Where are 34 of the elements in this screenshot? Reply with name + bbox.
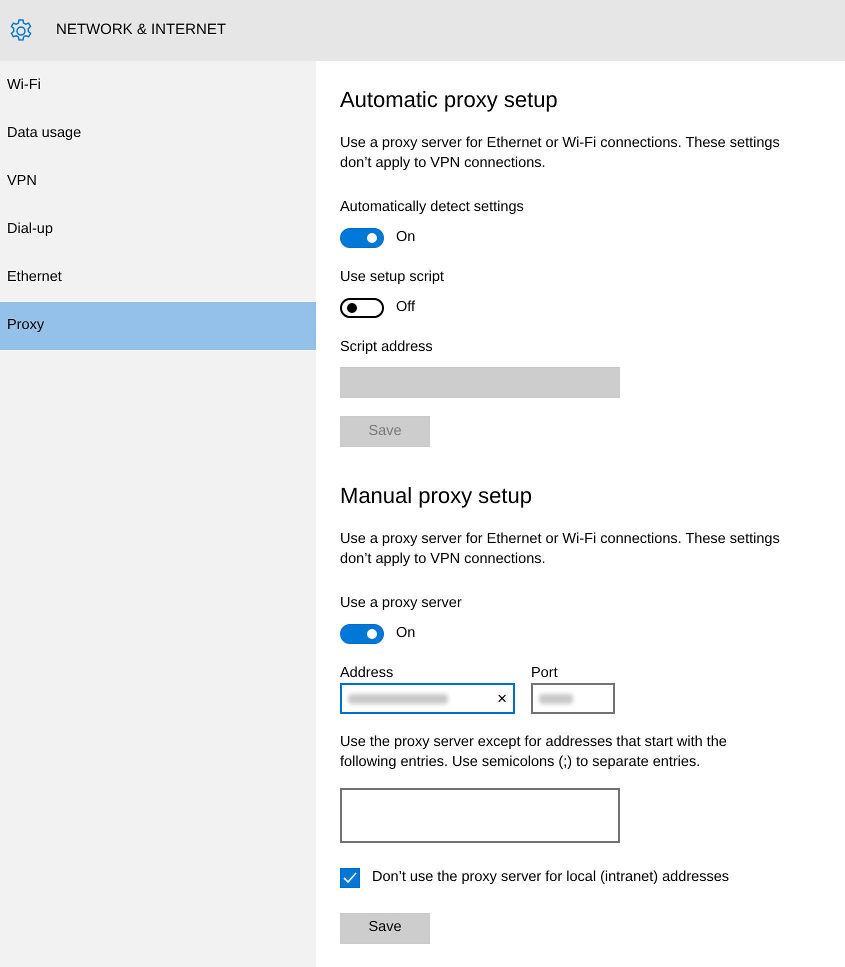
section-heading: Automatic proxy setup xyxy=(340,87,559,114)
save-button[interactable]: Save xyxy=(340,912,430,944)
settings-icon xyxy=(8,18,34,44)
description-text: Use a proxy server for Ethernet or Wi-Fi connections. These settings don’t apply to VPN connections. xyxy=(340,530,781,570)
field-label: Script address xyxy=(340,338,434,357)
toggle-switch[interactable] xyxy=(340,228,384,248)
toggle-state-label: On xyxy=(396,228,416,248)
toggle-state-label: Off xyxy=(396,298,416,318)
field-label: Use setup script xyxy=(340,268,445,288)
page-title: NETWORK & INTERNET xyxy=(56,20,226,40)
field-label: Automatically detect settings xyxy=(340,198,525,218)
field-label: Use the proxy server except for addresses that start with the following entries. Use semicolons (;) to separate entries. xyxy=(340,733,728,772)
sidebar-item[interactable]: Data usage xyxy=(0,110,316,158)
toggle-switch[interactable] xyxy=(340,298,384,318)
sidebar-item[interactable]: Wi-Fi xyxy=(0,62,316,110)
exceptions-field[interactable] xyxy=(340,788,620,844)
sidebar-item[interactable]: VPN xyxy=(0,158,316,206)
sidebar-item[interactable]: Dial-up xyxy=(0,206,316,254)
field-label: Port xyxy=(531,664,559,684)
field-label: Use a proxy server xyxy=(340,594,463,614)
sidebar-item[interactable]: Proxy xyxy=(0,302,316,350)
port-field[interactable] xyxy=(531,683,615,714)
check-icon xyxy=(343,872,357,884)
section-heading: Manual proxy setup xyxy=(340,482,533,510)
blurred-value xyxy=(539,694,573,704)
clear-button[interactable]: × xyxy=(497,686,507,712)
checkbox[interactable] xyxy=(340,868,360,888)
description-text: Use a proxy server for Ethernet or Wi-Fi connections. These settings don’t apply to VPN connections. xyxy=(340,134,781,174)
field-label: Address xyxy=(340,664,394,684)
address-field[interactable]: × xyxy=(340,683,515,714)
checkbox-label: Don’t use the proxy server for local (intranet) addresses xyxy=(372,868,730,888)
sidebar-item[interactable]: Ethernet xyxy=(0,254,316,302)
toggle-state-label: On xyxy=(396,624,416,644)
toggle-switch[interactable] xyxy=(340,624,384,644)
